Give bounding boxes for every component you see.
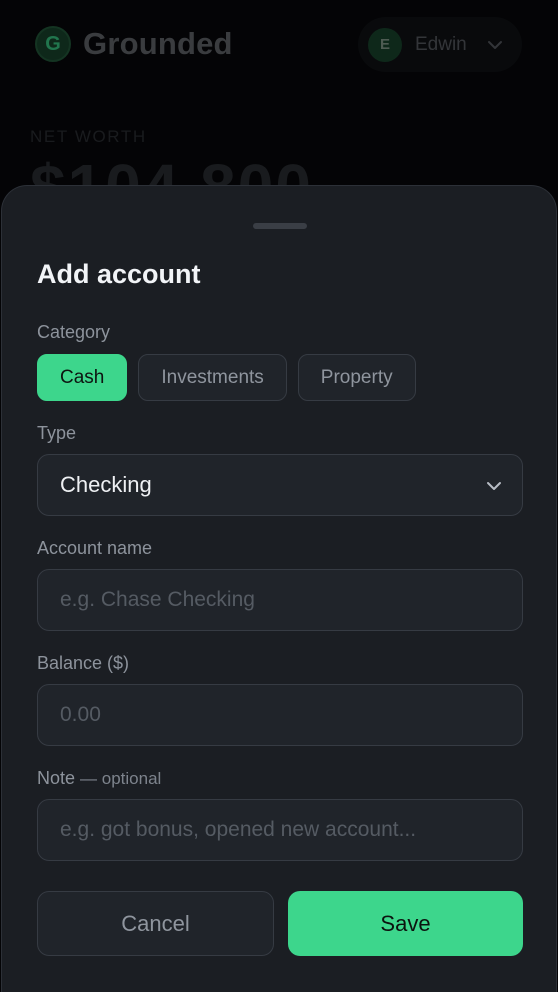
account-name-placeholder: e.g. Chase Checking [60,588,255,611]
page: G Grounded E Edwin NET WORTH $104,800 Ad… [0,0,558,992]
note-label-row: Note — optional [37,768,161,789]
note-label: Note [37,768,76,788]
note-field[interactable]: e.g. got bonus, opened new account... [37,799,523,861]
type-select[interactable]: Checking [37,454,523,516]
cancel-button[interactable]: Cancel [37,891,274,956]
account-name-label: Account name [37,538,153,558]
category-label: Category [37,322,111,342]
category-chip-property[interactable]: Property [297,354,416,401]
type-label: Type [37,423,77,443]
category-chip-investments[interactable]: Investments [138,354,287,401]
balance-field[interactable]: 0.00 [37,684,523,746]
balance-placeholder: 0.00 [60,703,101,726]
category-chip-cash[interactable]: Cash [37,354,128,401]
sheet-title: Add account [37,259,201,289]
note-placeholder: e.g. got bonus, opened new account... [60,818,417,841]
category-chips: Cash Investments Property [37,354,427,401]
note-optional-hint: — optional [80,769,162,788]
balance-label: Balance ($) [37,653,130,673]
chevron-down-icon [487,482,501,490]
type-select-value: Checking [60,472,152,497]
drag-handle[interactable] [253,223,307,229]
add-account-sheet: Add account Category Cash Investments Pr… [1,185,557,992]
account-name-field[interactable]: e.g. Chase Checking [37,569,523,631]
save-button[interactable]: Save [288,891,523,956]
